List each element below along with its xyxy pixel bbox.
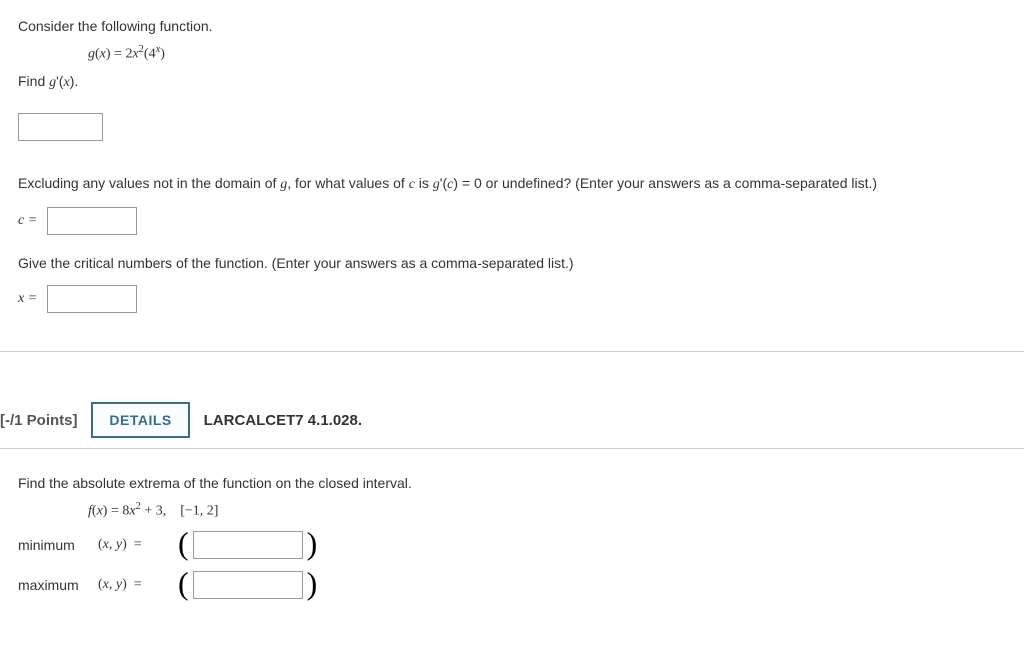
- q2-maximum-label: maximum: [18, 577, 98, 593]
- q2-maximum-input[interactable]: [193, 571, 303, 599]
- q1-c-input[interactable]: [47, 207, 137, 235]
- q2-max-xy-label: (x, y) =: [98, 577, 178, 593]
- q2-prompt: Find the absolute extrema of the functio…: [18, 475, 1006, 491]
- question-1-container: Consider the following function. g(x) = …: [0, 0, 1024, 352]
- q1-excluding-text: Excluding any values not in the domain o…: [18, 175, 1006, 193]
- q1-gprime-input[interactable]: [18, 113, 103, 141]
- open-paren-icon: (: [178, 529, 189, 557]
- q2-min-xy-label: (x, y) =: [98, 537, 178, 553]
- question-2-container: Find the absolute extrema of the functio…: [0, 448, 1024, 642]
- open-paren-icon: (: [178, 569, 189, 597]
- q2-minimum-label: minimum: [18, 537, 98, 553]
- q1-intro: Consider the following function.: [18, 18, 1006, 34]
- q1-x-label: x =: [18, 291, 37, 306]
- q1-c-label: c =: [18, 213, 37, 228]
- q2-points: [-/1 Points]: [0, 412, 78, 429]
- q2-minimum-row: minimum (x, y) = ( ): [18, 531, 1006, 559]
- q2-reference: LARCALCET7 4.1.028.: [204, 412, 362, 429]
- q2-minimum-input[interactable]: [193, 531, 303, 559]
- close-paren-icon: ): [307, 569, 318, 597]
- q1-find-label: Find g'(x).: [18, 73, 1006, 91]
- q1-x-input[interactable]: [47, 285, 137, 313]
- q1-formula: g(x) = 2x2(4x): [88, 44, 1006, 63]
- q2-header: [-/1 Points] DETAILS LARCALCET7 4.1.028.: [0, 392, 1024, 448]
- q1-critical-text: Give the critical numbers of the functio…: [18, 255, 1006, 271]
- details-button[interactable]: DETAILS: [91, 402, 189, 438]
- q2-maximum-row: maximum (x, y) = ( ): [18, 571, 1006, 599]
- close-paren-icon: ): [307, 529, 318, 557]
- q2-formula: f(x) = 8x2 + 3, [−1, 2]: [88, 501, 1006, 520]
